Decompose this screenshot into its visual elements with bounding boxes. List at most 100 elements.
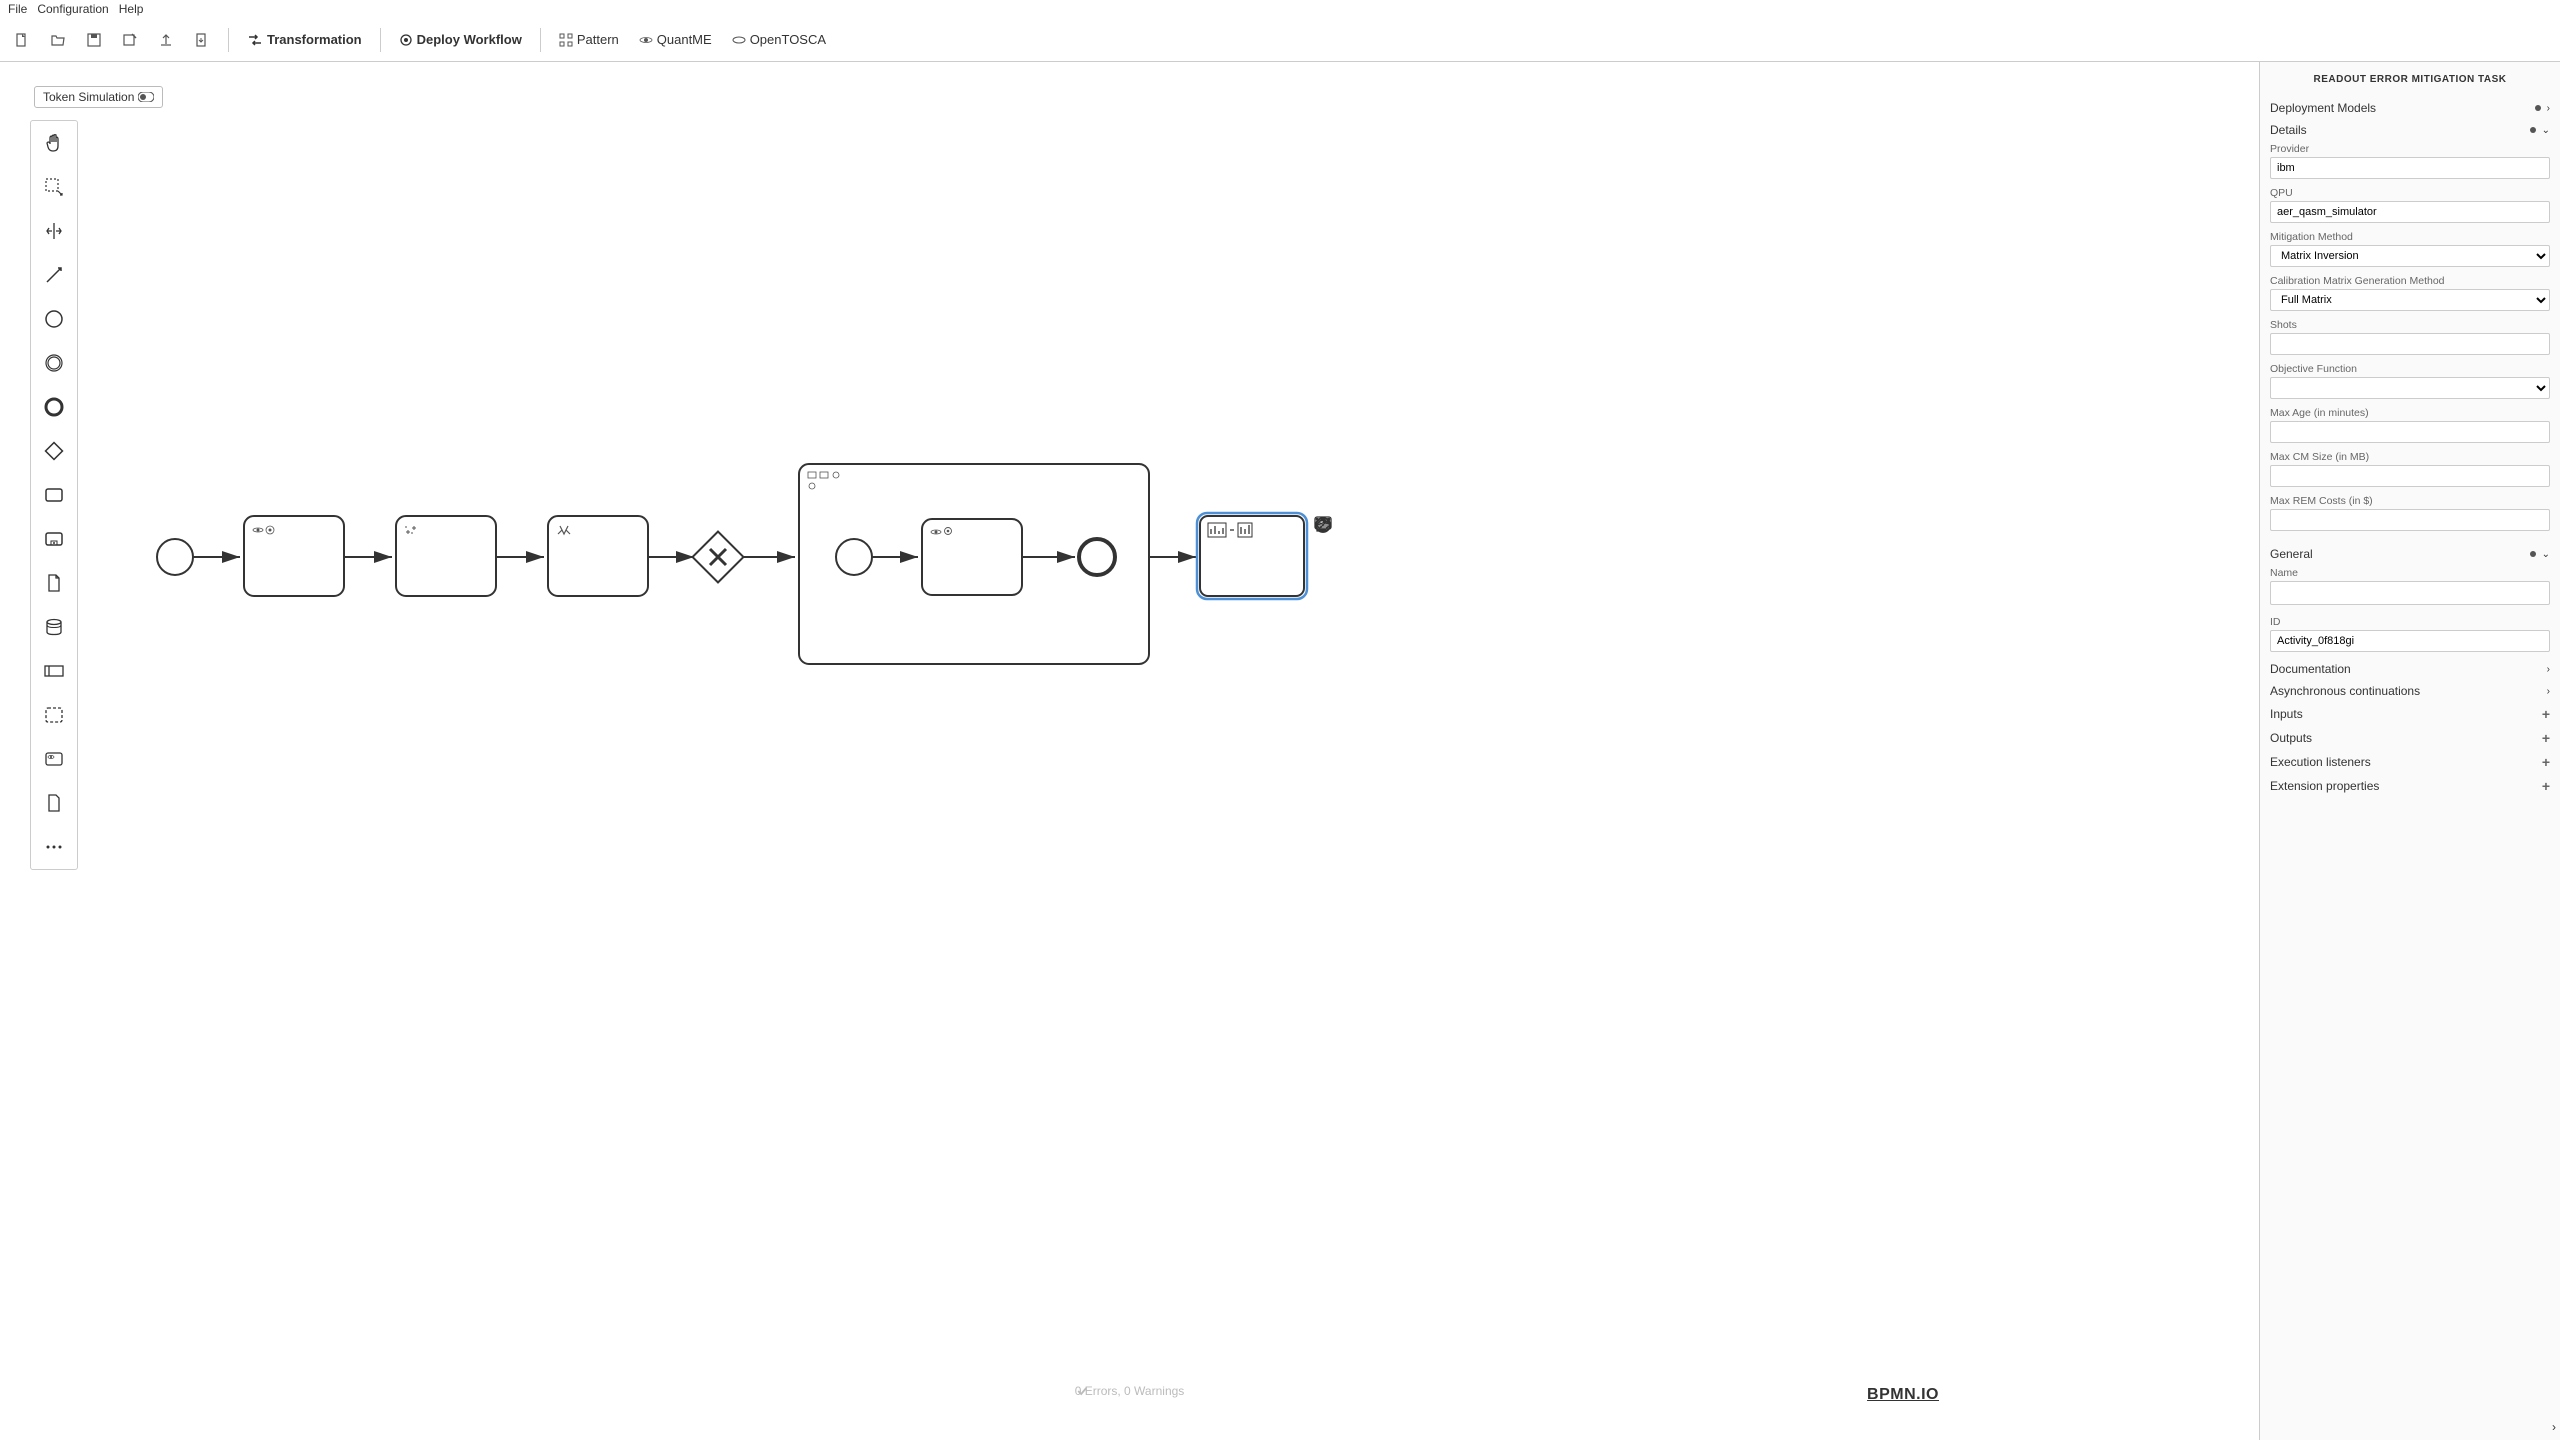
context-connect[interactable] — [1314, 588, 1336, 610]
max-rem-label: Max REM Costs (in $) — [2270, 495, 2550, 507]
edit-icon[interactable] — [116, 26, 144, 54]
section-execution-listeners-label: Execution listeners — [2270, 755, 2371, 769]
task-3[interactable] — [548, 516, 648, 596]
toggle-icon — [138, 92, 154, 102]
context-append-intermediate[interactable] — [1314, 540, 1336, 562]
max-cm-label: Max CM Size (in MB) — [2270, 451, 2550, 463]
name-label: Name — [2270, 567, 2550, 579]
opentosca-icon — [732, 33, 746, 47]
context-pad — [1314, 516, 1384, 610]
max-age-input[interactable] — [2270, 421, 2550, 443]
menubar: File Configuration Help — [0, 0, 2560, 18]
data-store-tool[interactable] — [31, 605, 77, 649]
qpu-label: QPU — [2270, 187, 2550, 199]
context-more[interactable] — [1362, 540, 1384, 562]
chevron-down-icon: ⌄ — [2542, 549, 2550, 560]
objective-select[interactable] — [2270, 377, 2550, 399]
panel-collapse-icon[interactable]: › — [2552, 1420, 2556, 1434]
section-details[interactable]: Details ⌄ — [2260, 119, 2560, 141]
subprocess-tool[interactable] — [31, 517, 77, 561]
add-icon[interactable]: + — [2542, 754, 2550, 770]
context-annotation[interactable] — [1338, 540, 1360, 562]
section-outputs-label: Outputs — [2270, 731, 2312, 745]
field-max-cm: Max CM Size (in MB) — [2260, 449, 2560, 493]
provider-input[interactable] — [2270, 157, 2550, 179]
panel-title: READOUT ERROR MITIGATION TASK — [2260, 62, 2560, 97]
space-tool[interactable] — [31, 209, 77, 253]
qpu-input[interactable] — [2270, 201, 2550, 223]
quantme-icon — [639, 33, 653, 47]
menu-file[interactable]: File — [8, 2, 27, 16]
mitigation-method-label: Mitigation Method — [2270, 231, 2550, 243]
bpmn-io-logo[interactable]: BPMN.IO — [1867, 1386, 1939, 1404]
section-extension-properties[interactable]: Extension properties + — [2260, 774, 2560, 798]
save-icon[interactable] — [80, 26, 108, 54]
open-folder-icon[interactable] — [44, 26, 72, 54]
field-name: Name — [2260, 565, 2560, 614]
section-inputs[interactable]: Inputs + — [2260, 702, 2560, 726]
subprocess-end-event[interactable] — [1079, 539, 1115, 575]
max-cm-input[interactable] — [2270, 465, 2550, 487]
intermediate-event-tool[interactable] — [31, 341, 77, 385]
deploy-workflow-button[interactable]: Deploy Workflow — [393, 26, 528, 54]
download-icon[interactable] — [188, 26, 216, 54]
upload-icon[interactable] — [152, 26, 180, 54]
section-outputs[interactable]: Outputs + — [2260, 726, 2560, 750]
participant-tool[interactable] — [31, 649, 77, 693]
connect-tool[interactable] — [31, 253, 77, 297]
field-mitigation-method: Mitigation Method Matrix Inversion — [2260, 229, 2560, 273]
quantme-button[interactable]: QuantME — [633, 26, 718, 54]
token-simulation-toggle[interactable]: Token Simulation — [34, 86, 163, 108]
id-input[interactable] — [2270, 630, 2550, 652]
max-rem-input[interactable] — [2270, 509, 2550, 531]
more-tools[interactable] — [31, 825, 77, 869]
data-object-tool[interactable] — [31, 561, 77, 605]
section-general[interactable]: General ⌄ — [2260, 543, 2560, 565]
hand-tool[interactable] — [31, 121, 77, 165]
pattern-button[interactable]: Pattern — [553, 26, 625, 54]
opentosca-label: OpenTOSCA — [750, 32, 826, 47]
section-execution-listeners[interactable]: Execution listeners + — [2260, 750, 2560, 774]
toolbar-separator — [228, 28, 229, 52]
start-event-tool[interactable] — [31, 297, 77, 341]
opentosca-button[interactable]: OpenTOSCA — [726, 26, 832, 54]
mitigation-method-select[interactable]: Matrix Inversion — [2270, 245, 2550, 267]
task-2[interactable] — [396, 516, 496, 596]
context-append-gateway[interactable] — [1338, 516, 1360, 538]
deploy-workflow-label: Deploy Workflow — [417, 32, 522, 47]
transformation-button[interactable]: Transformation — [241, 26, 368, 54]
section-indicator-dot — [2535, 105, 2541, 111]
context-append-task[interactable] — [1362, 516, 1384, 538]
objective-label: Objective Function — [2270, 363, 2550, 375]
subprocess-start-event[interactable] — [836, 539, 872, 575]
section-async[interactable]: Asynchronous continuations › — [2260, 680, 2560, 702]
end-event-tool[interactable] — [31, 385, 77, 429]
task-tool[interactable] — [31, 473, 77, 517]
status-bar[interactable]: 0 Errors, 0 Warnings — [1075, 1384, 1185, 1398]
menu-help[interactable]: Help — [119, 2, 144, 16]
start-event[interactable] — [157, 539, 193, 575]
add-icon[interactable]: + — [2542, 706, 2550, 722]
lasso-tool[interactable] — [31, 165, 77, 209]
context-replace[interactable] — [1314, 564, 1336, 586]
max-age-label: Max Age (in minutes) — [2270, 407, 2550, 419]
name-input[interactable] — [2270, 581, 2550, 605]
gateway-tool[interactable] — [31, 429, 77, 473]
new-file-icon[interactable] — [8, 26, 36, 54]
section-deployment-models[interactable]: Deployment Models › — [2260, 97, 2560, 119]
quantme-task-tool[interactable] — [31, 737, 77, 781]
group-tool[interactable] — [31, 693, 77, 737]
field-max-rem: Max REM Costs (in $) — [2260, 493, 2560, 537]
section-documentation[interactable]: Documentation › — [2260, 658, 2560, 680]
main-area: Token Simulation — [0, 62, 2560, 1440]
policy-tool[interactable] — [31, 781, 77, 825]
menu-configuration[interactable]: Configuration — [37, 2, 108, 16]
shots-input[interactable] — [2270, 333, 2550, 355]
add-icon[interactable]: + — [2542, 778, 2550, 794]
calibration-select[interactable]: Full Matrix — [2270, 289, 2550, 311]
diagram-canvas[interactable]: 0 Errors, 0 Warnings BPMN.IO — [0, 62, 2259, 1440]
add-icon[interactable]: + — [2542, 730, 2550, 746]
chevron-down-icon: ⌄ — [2542, 125, 2550, 136]
status-text: 0 Errors, 0 Warnings — [1075, 1384, 1185, 1398]
context-delete[interactable] — [1338, 564, 1360, 586]
